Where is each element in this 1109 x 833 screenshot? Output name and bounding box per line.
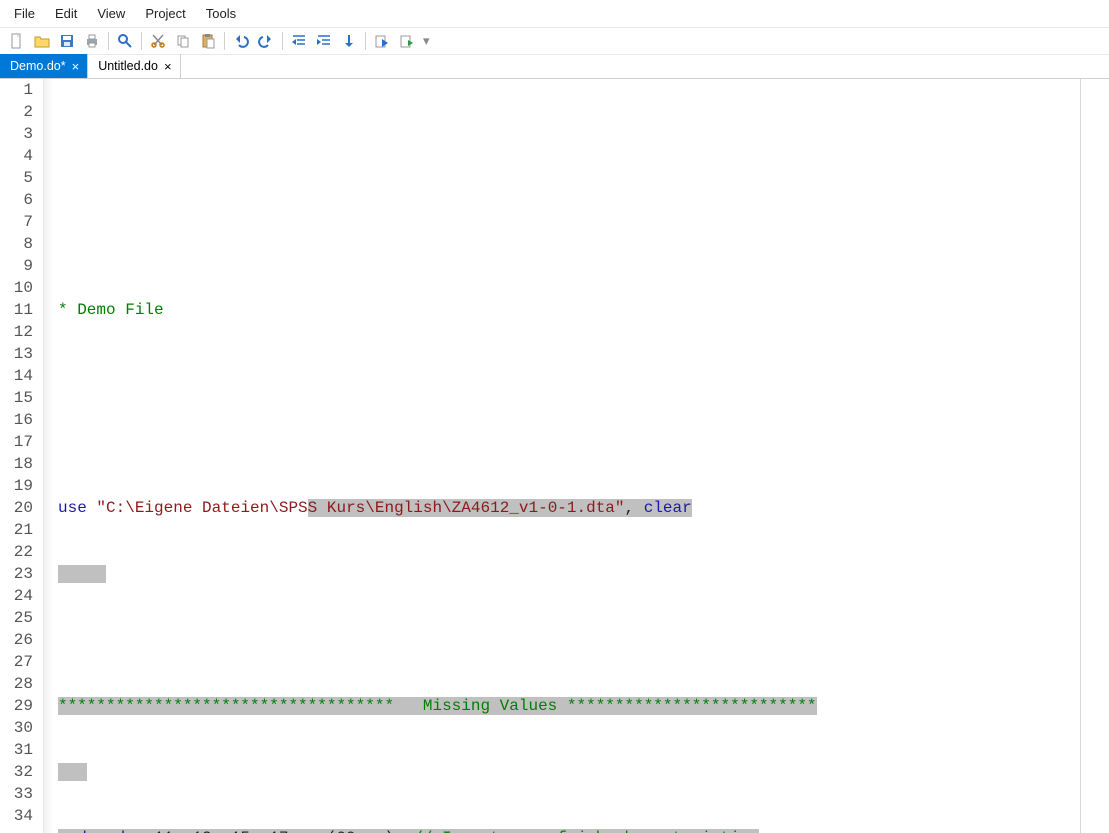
line-number: 23: [0, 563, 33, 585]
outdent-icon[interactable]: [313, 30, 335, 52]
string: "C:\Eigene Dateien\SPS: [96, 499, 307, 517]
copy-icon[interactable]: [172, 30, 194, 52]
code-editor[interactable]: 1234567891011121314151617181920212223242…: [0, 79, 1109, 833]
save-icon[interactable]: [56, 30, 78, 52]
line-number: 31: [0, 739, 33, 761]
menu-edit[interactable]: Edit: [45, 2, 87, 25]
tab-untitled-do[interactable]: Untitled.do ×: [88, 54, 180, 78]
comment: * Demo File: [58, 301, 164, 319]
line-number: 29: [0, 695, 33, 717]
toolbar-separator: [224, 32, 225, 50]
line-number: 19: [0, 475, 33, 497]
line-number: 15: [0, 387, 33, 409]
toolbar: ▾: [0, 28, 1109, 55]
line-number: 3: [0, 123, 33, 145]
find-icon[interactable]: [114, 30, 136, 52]
run-selection-icon[interactable]: [371, 30, 393, 52]
line-number: 12: [0, 321, 33, 343]
toolbar-separator: [141, 32, 142, 50]
menu-bar: File Edit View Project Tools: [0, 0, 1109, 28]
tab-label: Demo.do*: [10, 59, 66, 73]
line-number: 24: [0, 585, 33, 607]
line-number: 28: [0, 673, 33, 695]
line-number: 32: [0, 761, 33, 783]
line-number: 4: [0, 145, 33, 167]
tab-demo-do[interactable]: Demo.do* ×: [0, 54, 88, 78]
line-number: 30: [0, 717, 33, 739]
close-icon[interactable]: ×: [164, 60, 172, 73]
line-number: 14: [0, 365, 33, 387]
new-file-icon[interactable]: [6, 30, 28, 52]
keyword-use: use: [58, 499, 87, 517]
comment: ***********************************: [58, 697, 423, 715]
line-number: 27: [0, 651, 33, 673]
line-number: 16: [0, 409, 33, 431]
keyword-clear: clear: [644, 499, 692, 517]
section-title: Missing Values: [423, 697, 557, 715]
close-icon[interactable]: ×: [72, 60, 80, 73]
run-do-icon[interactable]: [396, 30, 418, 52]
gutter-shadow: [44, 79, 54, 833]
line-number: 20: [0, 497, 33, 519]
tab-label: Untitled.do: [98, 59, 158, 73]
print-margin-ruler: [1080, 79, 1081, 833]
bookmark-toggle-icon[interactable]: [338, 30, 360, 52]
text: ,: [625, 499, 644, 517]
line-number: 11: [0, 299, 33, 321]
line-number: 6: [0, 189, 33, 211]
line-number: 21: [0, 519, 33, 541]
line-number: 8: [0, 233, 33, 255]
line-number: 13: [0, 343, 33, 365]
line-number: 26: [0, 629, 33, 651]
menu-project[interactable]: Project: [135, 2, 195, 25]
args: v11 v13 v15 v17, mv(99=.a): [135, 829, 413, 833]
redo-icon[interactable]: [255, 30, 277, 52]
menu-file[interactable]: File: [4, 2, 45, 25]
toolbar-overflow-icon[interactable]: ▾: [423, 33, 430, 49]
print-icon[interactable]: [81, 30, 103, 52]
line-number-gutter: 1234567891011121314151617181920212223242…: [0, 79, 44, 833]
string-selected: S Kurs\English\ZA4612_v1-0-1.dta": [308, 499, 625, 517]
menu-view[interactable]: View: [87, 2, 135, 25]
line-number: 10: [0, 277, 33, 299]
toolbar-separator: [108, 32, 109, 50]
keyword-mvdecode: mvdecode: [58, 829, 135, 833]
line-number: 5: [0, 167, 33, 189]
line-number: 2: [0, 101, 33, 123]
comment: **************************: [557, 697, 816, 715]
line-number: 33: [0, 783, 33, 805]
line-number: 7: [0, 211, 33, 233]
line-number: 1: [0, 79, 33, 101]
toolbar-separator: [282, 32, 283, 50]
menu-tools[interactable]: Tools: [196, 2, 246, 25]
line-number: 25: [0, 607, 33, 629]
tab-bar: Demo.do* × Untitled.do ×: [0, 55, 1109, 79]
indent-icon[interactable]: [288, 30, 310, 52]
code-area[interactable]: * Demo File use "C:\Eigene Dateien\SPSS …: [54, 79, 1109, 833]
toolbar-separator: [365, 32, 366, 50]
line-number: 17: [0, 431, 33, 453]
open-file-icon[interactable]: [31, 30, 53, 52]
line-number: 9: [0, 255, 33, 277]
undo-icon[interactable]: [230, 30, 252, 52]
cut-icon[interactable]: [147, 30, 169, 52]
line-number: 22: [0, 541, 33, 563]
comment: // Importance of job characteristics: [413, 829, 759, 833]
paste-icon[interactable]: [197, 30, 219, 52]
line-number: 18: [0, 453, 33, 475]
line-number: 34: [0, 805, 33, 827]
